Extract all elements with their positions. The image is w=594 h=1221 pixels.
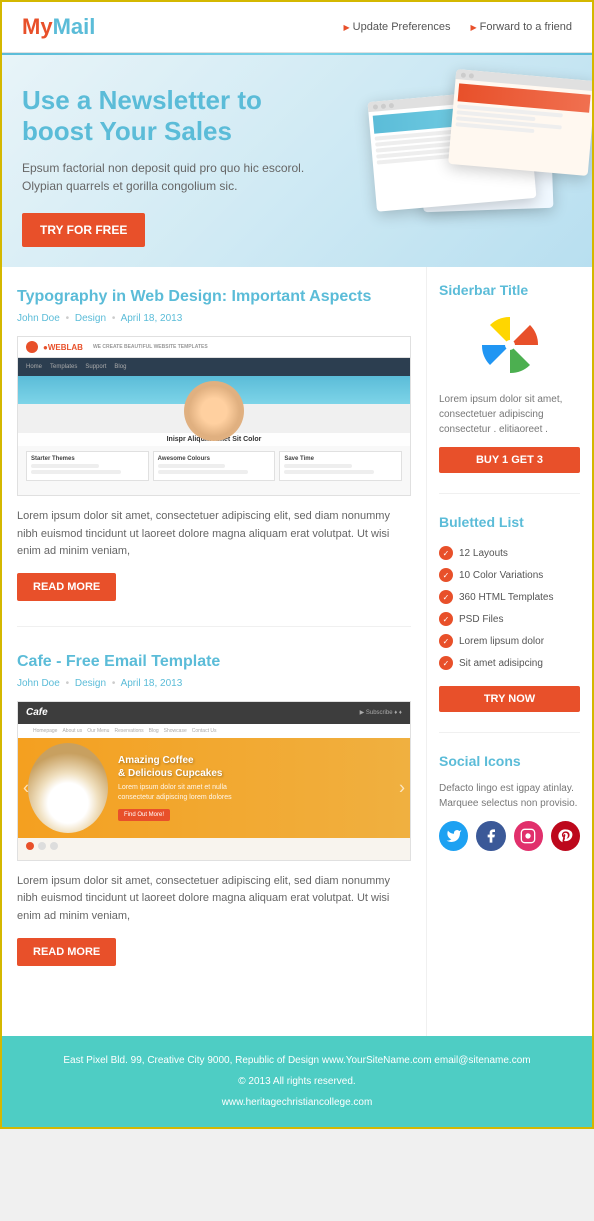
- footer-copyright: © 2013 All rights reserved.: [22, 1073, 572, 1090]
- left-column: Typography in Web Design: Important Aspe…: [2, 267, 427, 1035]
- bulleted-list: 12 Layouts 10 Color Variations 360 HTML …: [439, 542, 580, 674]
- footer-url: www.heritagechristiancollege.com: [22, 1094, 572, 1111]
- header-links: Update Preferences Forward to a friend: [344, 21, 572, 33]
- social-icons-row: [439, 821, 580, 851]
- sidebar-title-2: Buletted List: [439, 514, 580, 530]
- article-1-title: Typography in Web Design: Important Aspe…: [17, 287, 411, 308]
- sidebar-section-1: Siderbar Title Lorem ipsum dolor sit ame…: [439, 282, 580, 494]
- check-icon: [439, 634, 453, 648]
- right-sidebar: Siderbar Title Lorem ipsum dolor sit ame…: [427, 267, 592, 1035]
- update-preferences-link[interactable]: Update Preferences: [344, 21, 451, 33]
- article-1: Typography in Web Design: Important Aspe…: [17, 287, 411, 627]
- article-1-body: Lorem ipsum dolor sit amet, consectetuer…: [17, 508, 411, 561]
- check-icon: [439, 656, 453, 670]
- list-item: 12 Layouts: [439, 542, 580, 564]
- sidebar-title-3: Social Icons: [439, 753, 580, 769]
- hero-description: Epsum factorial non deposit quid pro quo…: [22, 159, 325, 195]
- article-2-read-more[interactable]: READ MORE: [17, 938, 116, 966]
- list-item: 360 HTML Templates: [439, 586, 580, 608]
- try-for-free-button[interactable]: TRY FOR FREE: [22, 213, 145, 247]
- check-icon: [439, 568, 453, 582]
- sidebar-title-1: Siderbar Title: [439, 282, 580, 298]
- hero-title: Use a Newsletter to boost Your Sales: [22, 85, 325, 147]
- article-2-body: Lorem ipsum dolor sit amet, consectetuer…: [17, 873, 411, 926]
- article-2-meta: John Doe • Design • April 18, 2013: [17, 678, 411, 689]
- facebook-icon[interactable]: [476, 821, 505, 851]
- pinterest-icon[interactable]: [551, 821, 580, 851]
- hero-banner: Use a Newsletter to boost Your Sales Eps…: [2, 55, 592, 267]
- article-1-meta: John Doe • Design • April 18, 2013: [17, 313, 411, 324]
- sidebar-section-3: Social Icons Defacto lingo est igpay ati…: [439, 753, 580, 871]
- social-description: Defacto lingo est igpay atinlay. Marquee…: [439, 781, 580, 811]
- list-item: PSD Files: [439, 608, 580, 630]
- article-2-title: Cafe - Free Email Template: [17, 652, 411, 673]
- browser-mockup-2: [448, 69, 592, 176]
- list-item: Lorem lipsum dolor: [439, 630, 580, 652]
- article-1-image: ●WEBLAB WE CREATE BEAUTIFUL WEBSITE TEMP…: [17, 336, 411, 496]
- buy-button[interactable]: BUY 1 GET 3: [439, 447, 580, 473]
- logo-mail: Mail: [53, 14, 96, 39]
- logo-my: My: [22, 14, 53, 39]
- check-icon: [439, 546, 453, 560]
- header: MyMail Update Preferences Forward to a f…: [2, 2, 592, 53]
- try-now-button[interactable]: TRY NOW: [439, 686, 580, 712]
- check-icon: [439, 612, 453, 626]
- check-icon: [439, 590, 453, 604]
- footer: East Pixel Bld. 99, Creative City 9000, …: [2, 1036, 592, 1127]
- sidebar-description: Lorem ipsum dolor sit amet, consectetuer…: [439, 392, 580, 437]
- footer-address: East Pixel Bld. 99, Creative City 9000, …: [22, 1052, 572, 1069]
- logo: MyMail: [22, 14, 95, 40]
- hero-images: [342, 65, 592, 245]
- sidebar-section-2: Buletted List 12 Layouts 10 Color Variat…: [439, 514, 580, 733]
- hero-text: Use a Newsletter to boost Your Sales Eps…: [22, 85, 325, 247]
- instagram-icon[interactable]: [514, 821, 543, 851]
- article-2-image: Cafe ▶ Subscribe ♦ ♦ Homepage About us O…: [17, 701, 411, 861]
- list-item: Sit amet adisipcing: [439, 652, 580, 674]
- article-2: Cafe - Free Email Template John Doe • De…: [17, 652, 411, 991]
- list-item: 10 Color Variations: [439, 564, 580, 586]
- twitter-icon[interactable]: [439, 821, 468, 851]
- forward-link[interactable]: Forward to a friend: [471, 21, 572, 33]
- main-content: Typography in Web Design: Important Aspe…: [2, 267, 592, 1035]
- pinwheel-icon: [475, 310, 545, 380]
- article-1-read-more[interactable]: READ MORE: [17, 573, 116, 601]
